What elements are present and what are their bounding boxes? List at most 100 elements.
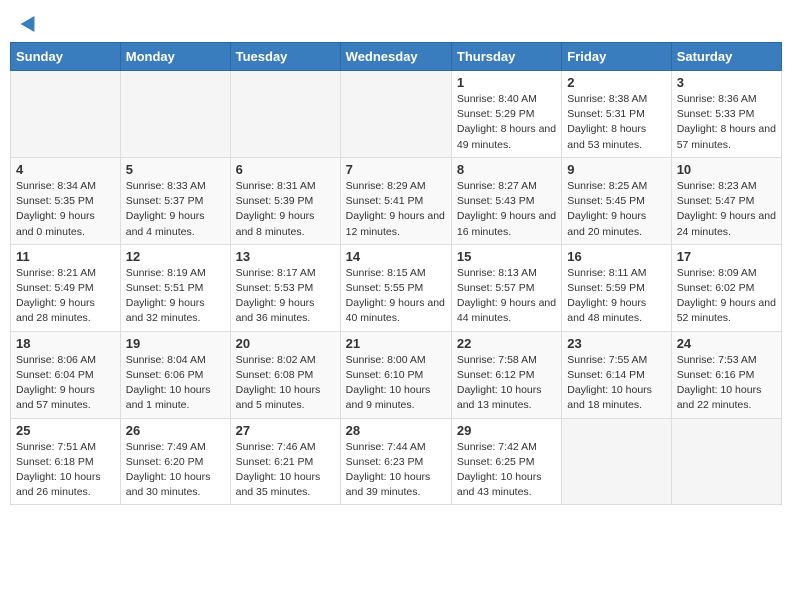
day-info: Sunrise: 7:42 AM Sunset: 6:25 PM Dayligh… [457, 440, 556, 501]
calendar-day-cell: 24 Sunrise: 7:53 AM Sunset: 6:16 PM Dayli… [671, 331, 781, 418]
calendar-day-cell: 17 Sunrise: 8:09 AM Sunset: 6:02 PM Dayli… [671, 244, 781, 331]
calendar-day-cell: 15 Sunrise: 8:13 AM Sunset: 5:57 PM Dayli… [451, 244, 561, 331]
calendar-week-row: 1 Sunrise: 8:40 AM Sunset: 5:29 PM Daylig… [11, 71, 782, 158]
day-of-week-header: Saturday [671, 43, 781, 71]
day-number: 15 [457, 249, 556, 264]
calendar-day-cell [120, 71, 230, 158]
day-info: Sunrise: 8:23 AM Sunset: 5:47 PM Dayligh… [677, 179, 776, 240]
calendar-day-cell [11, 71, 121, 158]
day-number: 21 [346, 336, 446, 351]
calendar-week-row: 25 Sunrise: 7:51 AM Sunset: 6:18 PM Dayli… [11, 418, 782, 505]
calendar-day-cell: 29 Sunrise: 7:42 AM Sunset: 6:25 PM Dayli… [451, 418, 561, 505]
calendar-week-row: 18Sunrise: 8:06 AM Sunset: 6:04 PM Dayli… [11, 331, 782, 418]
day-info: Sunrise: 7:53 AM Sunset: 6:16 PM Dayligh… [677, 353, 776, 414]
day-number: 26 [126, 423, 225, 438]
day-of-week-header: Friday [562, 43, 671, 71]
day-number: 5 [126, 162, 225, 177]
day-number: 13 [236, 249, 335, 264]
day-number: 3 [677, 75, 776, 90]
day-info: Sunrise: 8:00 AM Sunset: 6:10 PM Dayligh… [346, 353, 446, 414]
calendar-day-cell: 7 Sunrise: 8:29 AM Sunset: 5:41 PM Daylig… [340, 157, 451, 244]
day-info: Sunrise: 7:46 AM Sunset: 6:21 PM Dayligh… [236, 440, 335, 501]
calendar-day-cell: 28 Sunrise: 7:44 AM Sunset: 6:23 PM Dayli… [340, 418, 451, 505]
day-info: Sunrise: 8:40 AM Sunset: 5:29 PM Dayligh… [457, 92, 556, 153]
day-number: 10 [677, 162, 776, 177]
calendar-day-cell: 1 Sunrise: 8:40 AM Sunset: 5:29 PM Daylig… [451, 71, 561, 158]
calendar-day-cell: 19 Sunrise: 8:04 AM Sunset: 6:06 PM Dayli… [120, 331, 230, 418]
day-info: Sunrise: 8:33 AM Sunset: 5:37 PM Dayligh… [126, 179, 225, 240]
day-info: Sunrise: 8:02 AM Sunset: 6:08 PM Dayligh… [236, 353, 335, 414]
day-number: 6 [236, 162, 335, 177]
calendar-table: SundayMondayTuesdayWednesdayThursdayFrid… [10, 42, 782, 505]
day-of-week-header: Wednesday [340, 43, 451, 71]
day-number: 1 [457, 75, 556, 90]
day-info: Sunrise: 8:04 AM Sunset: 6:06 PM Dayligh… [126, 353, 225, 414]
calendar-day-cell: 11 Sunrise: 8:21 AM Sunset: 5:49 PM Dayli… [11, 244, 121, 331]
day-number: 22 [457, 336, 556, 351]
calendar-week-row: 11 Sunrise: 8:21 AM Sunset: 5:49 PM Dayli… [11, 244, 782, 331]
day-number: 29 [457, 423, 556, 438]
day-number: 14 [346, 249, 446, 264]
day-number: 17 [677, 249, 776, 264]
day-info: Sunrise: 8:27 AM Sunset: 5:43 PM Dayligh… [457, 179, 556, 240]
calendar-day-cell [562, 418, 671, 505]
day-number: 24 [677, 336, 776, 351]
calendar-day-cell: 5 Sunrise: 8:33 AM Sunset: 5:37 PM Daylig… [120, 157, 230, 244]
calendar-day-cell: 27 Sunrise: 7:46 AM Sunset: 6:21 PM Dayli… [230, 418, 340, 505]
day-of-week-header: Sunday [11, 43, 121, 71]
day-info: Sunrise: 8:19 AM Sunset: 5:51 PM Dayligh… [126, 266, 225, 327]
day-number: 9 [567, 162, 665, 177]
calendar-day-cell: 25 Sunrise: 7:51 AM Sunset: 6:18 PM Dayli… [11, 418, 121, 505]
day-info: Sunrise: 8:25 AM Sunset: 5:45 PM Dayligh… [567, 179, 665, 240]
calendar-day-cell [340, 71, 451, 158]
calendar-day-cell: 10 Sunrise: 8:23 AM Sunset: 5:47 PM Dayli… [671, 157, 781, 244]
day-number: 8 [457, 162, 556, 177]
day-number: 7 [346, 162, 446, 177]
calendar-day-cell: 4Sunrise: 8:34 AM Sunset: 5:35 PM Daylig… [11, 157, 121, 244]
day-info: Sunrise: 8:06 AM Sunset: 6:04 PM Dayligh… [16, 353, 115, 414]
day-of-week-header: Thursday [451, 43, 561, 71]
day-info: Sunrise: 8:38 AM Sunset: 5:31 PM Dayligh… [567, 92, 665, 153]
calendar-day-cell: 16 Sunrise: 8:11 AM Sunset: 5:59 PM Dayli… [562, 244, 671, 331]
day-number: 2 [567, 75, 665, 90]
day-info: Sunrise: 8:21 AM Sunset: 5:49 PM Dayligh… [16, 266, 115, 327]
calendar-day-cell: 6 Sunrise: 8:31 AM Sunset: 5:39 PM Daylig… [230, 157, 340, 244]
calendar-day-cell: 9 Sunrise: 8:25 AM Sunset: 5:45 PM Daylig… [562, 157, 671, 244]
logo [20, 15, 39, 29]
day-number: 27 [236, 423, 335, 438]
calendar-day-cell: 12Sunrise: 8:19 AM Sunset: 5:51 PM Dayli… [120, 244, 230, 331]
calendar-day-cell: 26 Sunrise: 7:49 AM Sunset: 6:20 PM Dayli… [120, 418, 230, 505]
calendar-day-cell: 22Sunrise: 7:58 AM Sunset: 6:12 PM Dayli… [451, 331, 561, 418]
day-info: Sunrise: 8:36 AM Sunset: 5:33 PM Dayligh… [677, 92, 776, 153]
calendar-day-cell: 23 Sunrise: 7:55 AM Sunset: 6:14 PM Dayli… [562, 331, 671, 418]
day-info: Sunrise: 7:49 AM Sunset: 6:20 PM Dayligh… [126, 440, 225, 501]
day-number: 25 [16, 423, 115, 438]
calendar-day-cell: 3 Sunrise: 8:36 AM Sunset: 5:33 PM Daylig… [671, 71, 781, 158]
day-info: Sunrise: 8:11 AM Sunset: 5:59 PM Dayligh… [567, 266, 665, 327]
logo-triangle-icon [21, 12, 42, 32]
day-number: 19 [126, 336, 225, 351]
calendar-day-cell [671, 418, 781, 505]
day-info: Sunrise: 7:51 AM Sunset: 6:18 PM Dayligh… [16, 440, 115, 501]
day-number: 28 [346, 423, 446, 438]
calendar-day-cell: 8 Sunrise: 8:27 AM Sunset: 5:43 PM Daylig… [451, 157, 561, 244]
day-number: 16 [567, 249, 665, 264]
calendar-day-cell: 13Sunrise: 8:17 AM Sunset: 5:53 PM Dayli… [230, 244, 340, 331]
day-info: Sunrise: 7:44 AM Sunset: 6:23 PM Dayligh… [346, 440, 446, 501]
day-number: 20 [236, 336, 335, 351]
day-info: Sunrise: 8:31 AM Sunset: 5:39 PM Dayligh… [236, 179, 335, 240]
day-info: Sunrise: 8:13 AM Sunset: 5:57 PM Dayligh… [457, 266, 556, 327]
day-info: Sunrise: 8:09 AM Sunset: 6:02 PM Dayligh… [677, 266, 776, 327]
calendar-day-cell [230, 71, 340, 158]
calendar-header-row: SundayMondayTuesdayWednesdayThursdayFrid… [11, 43, 782, 71]
day-of-week-header: Monday [120, 43, 230, 71]
calendar-day-cell: 14 Sunrise: 8:15 AM Sunset: 5:55 PM Dayli… [340, 244, 451, 331]
page-header [10, 10, 782, 34]
day-info: Sunrise: 8:29 AM Sunset: 5:41 PM Dayligh… [346, 179, 446, 240]
day-info: Sunrise: 7:55 AM Sunset: 6:14 PM Dayligh… [567, 353, 665, 414]
day-info: Sunrise: 8:15 AM Sunset: 5:55 PM Dayligh… [346, 266, 446, 327]
calendar-day-cell: 2 Sunrise: 8:38 AM Sunset: 5:31 PM Daylig… [562, 71, 671, 158]
day-number: 23 [567, 336, 665, 351]
day-number: 11 [16, 249, 115, 264]
calendar-day-cell: 18Sunrise: 8:06 AM Sunset: 6:04 PM Dayli… [11, 331, 121, 418]
